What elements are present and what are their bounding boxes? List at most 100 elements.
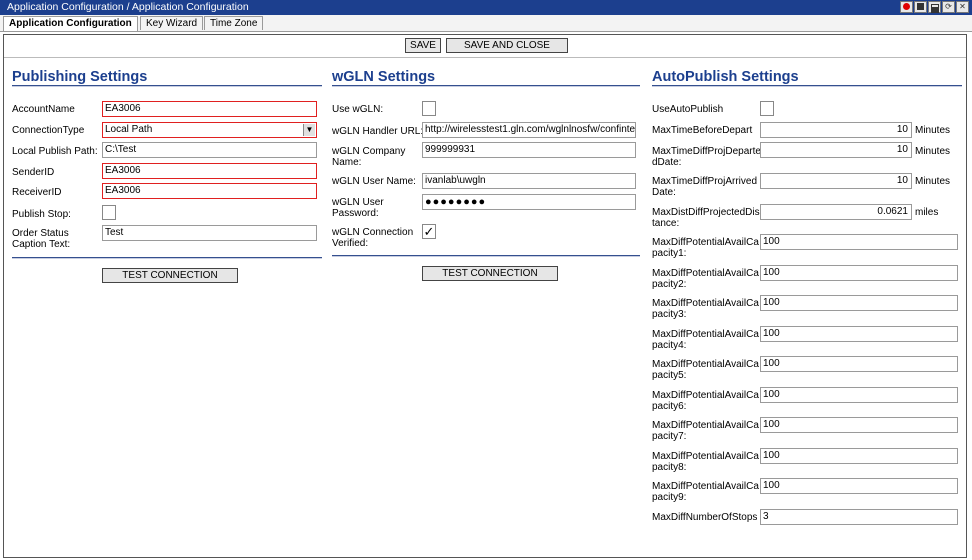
refresh-icon[interactable]: ⟳ xyxy=(942,1,955,13)
toolbar: SAVE SAVE AND CLOSE xyxy=(4,35,966,58)
capacity-8-input[interactable]: 100 xyxy=(760,448,958,464)
capacity-9-input[interactable]: 100 xyxy=(760,478,958,494)
wgln-user-password-label: wGLN User Password: xyxy=(332,197,384,219)
save-icon[interactable] xyxy=(914,1,927,13)
wgln-connection-verified-checkbox[interactable]: ✓ xyxy=(422,224,436,239)
capacity-2-label-line2: pacity2: xyxy=(652,279,687,290)
wgln-handler-url-input[interactable]: http://wirelesstest1.gln.com/wglnlnosfw/… xyxy=(422,122,636,138)
capacity-1-label-line2: pacity1: xyxy=(652,248,687,259)
max-dist-diff-label: MaxDistDiffProjectedDis tance: xyxy=(652,207,760,229)
autopublish-settings-heading: AutoPublish Settings xyxy=(652,69,799,85)
max-time-before-depart-label: MaxTimeBeforeDepart xyxy=(652,125,753,136)
wgln-heading-rule xyxy=(332,85,640,87)
max-dist-diff-label-line2: tance: xyxy=(652,218,680,229)
receiver-id-input[interactable]: EA3006 xyxy=(102,183,317,199)
max-dist-diff-label-line1: MaxDistDiffProjectedDis xyxy=(652,207,760,218)
publishing-test-connection-button[interactable]: TEST CONNECTION xyxy=(102,268,238,283)
lock-shape xyxy=(930,4,939,13)
capacity-2-label-line1: MaxDiffPotentialAvailCa xyxy=(652,268,759,279)
save-button[interactable]: SAVE xyxy=(405,38,441,53)
sender-id-input[interactable]: EA3006 xyxy=(102,163,317,179)
capacity-8-label-line1: MaxDiffPotentialAvailCa xyxy=(652,451,759,462)
tab-time-zone[interactable]: Time Zone xyxy=(204,16,264,30)
use-auto-publish-checkbox[interactable] xyxy=(760,101,774,116)
wgln-company-name-label-line1: wGLN Company xyxy=(332,146,406,157)
wgln-settings-heading: wGLN Settings xyxy=(332,69,436,85)
capacity-8-label-line2: pacity8: xyxy=(652,462,687,473)
order-status-caption-input[interactable]: Test xyxy=(102,225,317,241)
connection-type-label: ConnectionType xyxy=(12,125,85,136)
wgln-user-password-input[interactable]: ●●●●●●●● xyxy=(422,194,636,210)
capacity-1-input[interactable]: 100 xyxy=(760,234,958,250)
capacity-9-label-line2: pacity9: xyxy=(652,492,687,503)
max-time-diff-proj-arrived-label-line1: MaxTimeDiffProjArrived xyxy=(652,176,758,187)
publishing-section-rule xyxy=(12,257,322,259)
local-publish-path-input[interactable]: C:\Test xyxy=(102,142,317,158)
publish-stop-checkbox[interactable] xyxy=(102,205,116,220)
use-wgln-checkbox[interactable] xyxy=(422,101,436,116)
wgln-user-name-input[interactable]: ivanlab\uwgln xyxy=(422,173,636,189)
max-dist-diff-unit: miles xyxy=(915,207,939,218)
capacity-2-label: MaxDiffPotentialAvailCa pacity2: xyxy=(652,268,759,290)
record-dot xyxy=(903,3,910,10)
max-time-diff-proj-departed-unit: Minutes xyxy=(915,146,951,157)
capacity-8-label: MaxDiffPotentialAvailCa pacity8: xyxy=(652,451,759,473)
max-time-diff-proj-departed-label-line2: dDate: xyxy=(652,157,682,168)
wgln-handler-url-label: wGLN Handler URL: xyxy=(332,126,424,137)
save-and-close-button[interactable]: SAVE AND CLOSE xyxy=(446,38,568,53)
max-time-diff-proj-departed-label: MaxTimeDiffProjDeparte dDate: xyxy=(652,146,761,168)
capacity-3-label-line1: MaxDiffPotentialAvailCa xyxy=(652,298,759,309)
wgln-user-name-label: wGLN User Name: xyxy=(332,176,416,187)
order-status-caption-label-line1: Order Status xyxy=(12,228,69,239)
max-time-diff-proj-arrived-input[interactable]: 10 xyxy=(760,173,912,189)
max-time-diff-proj-arrived-label: MaxTimeDiffProjArrived Date: xyxy=(652,176,757,198)
receiver-id-label: ReceiverID xyxy=(12,187,62,198)
capacity-5-label-line2: pacity5: xyxy=(652,370,687,381)
window-title: Application Configuration / Application … xyxy=(7,1,249,13)
chevron-down-icon[interactable]: ▼ xyxy=(303,124,315,136)
record-icon[interactable] xyxy=(900,1,913,13)
connection-type-select[interactable]: Local Path ▼ xyxy=(102,122,317,138)
capacity-7-input[interactable]: 100 xyxy=(760,417,958,433)
capacity-3-input[interactable]: 100 xyxy=(760,295,958,311)
floppy-shape xyxy=(917,3,924,10)
wgln-test-connection-button[interactable]: TEST CONNECTION xyxy=(422,266,558,281)
capacity-1-label: MaxDiffPotentialAvailCa pacity1: xyxy=(652,237,759,259)
close-icon[interactable]: ✕ xyxy=(956,1,969,13)
tab-application-configuration[interactable]: Application Configuration xyxy=(3,16,138,31)
max-dist-diff-input[interactable]: 0.0621 xyxy=(760,204,912,220)
account-name-input[interactable]: EA3006 xyxy=(102,101,317,117)
connection-type-value: Local Path xyxy=(105,124,153,135)
max-time-diff-proj-arrived-unit: Minutes xyxy=(915,176,951,187)
wgln-company-name-input[interactable]: 999999931 xyxy=(422,142,636,158)
capacity-1-label-line1: MaxDiffPotentialAvailCa xyxy=(652,237,759,248)
wgln-connection-verified-label: wGLN Connection Verified: xyxy=(332,227,413,249)
capacity-6-label: MaxDiffPotentialAvailCa pacity6: xyxy=(652,390,759,412)
capacity-7-label-line1: MaxDiffPotentialAvailCa xyxy=(652,420,759,431)
wgln-section-rule xyxy=(332,255,640,257)
capacity-7-label-line2: pacity7: xyxy=(652,431,687,442)
capacity-7-label: MaxDiffPotentialAvailCa pacity7: xyxy=(652,420,759,442)
capacity-4-label-line2: pacity4: xyxy=(652,340,687,351)
capacity-6-label-line1: MaxDiffPotentialAvailCa xyxy=(652,390,759,401)
max-time-before-depart-input[interactable]: 10 xyxy=(760,122,912,138)
capacity-5-input[interactable]: 100 xyxy=(760,356,958,372)
max-time-diff-proj-departed-input[interactable]: 10 xyxy=(760,142,912,158)
lock-icon[interactable] xyxy=(928,1,941,13)
max-diff-number-of-stops-label: MaxDiffNumberOfStops xyxy=(652,512,758,523)
capacity-5-label-line1: MaxDiffPotentialAvailCa xyxy=(652,359,759,370)
wgln-connection-verified-label-line1: wGLN Connection xyxy=(332,227,414,238)
sender-id-label: SenderID xyxy=(12,167,55,178)
max-diff-number-of-stops-input[interactable]: 3 xyxy=(760,509,958,525)
publishing-heading-rule xyxy=(12,85,322,87)
capacity-4-label: MaxDiffPotentialAvailCa pacity4: xyxy=(652,329,759,351)
capacity-6-input[interactable]: 100 xyxy=(760,387,958,403)
capacity-4-input[interactable]: 100 xyxy=(760,326,958,342)
capacity-3-label: MaxDiffPotentialAvailCa pacity3: xyxy=(652,298,759,320)
capacity-2-input[interactable]: 100 xyxy=(760,265,958,281)
publish-stop-label: Publish Stop: xyxy=(12,209,71,220)
tab-key-wizard[interactable]: Key Wizard xyxy=(140,16,204,30)
max-time-diff-proj-arrived-label-line2: Date: xyxy=(652,187,676,198)
capacity-5-label: MaxDiffPotentialAvailCa pacity5: xyxy=(652,359,759,381)
account-name-label: AccountName xyxy=(12,104,75,115)
